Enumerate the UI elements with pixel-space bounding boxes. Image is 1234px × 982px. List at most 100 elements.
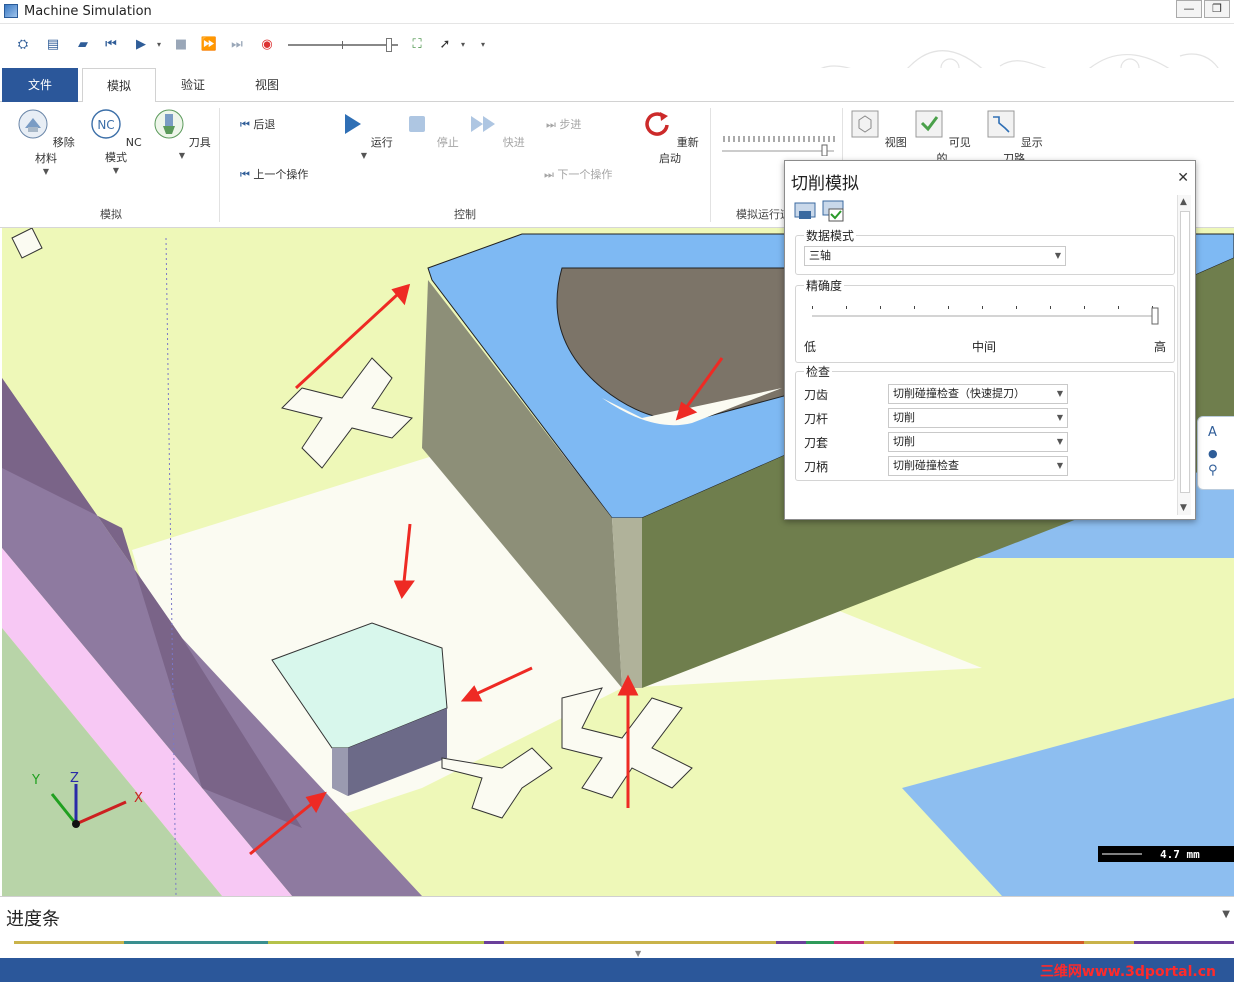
play-dropdown-icon[interactable]: ▾ (154, 36, 164, 54)
tab-simulate[interactable]: 模拟 (82, 68, 156, 103)
fast-forward-button[interactable]: 快进 (464, 108, 528, 150)
next-op-button[interactable]: ⏭ 下一个操作 (544, 166, 612, 182)
restart-label: 重新启动 (659, 136, 699, 165)
back-button[interactable]: ⏮ 后退 (240, 116, 275, 132)
check-row-value: 切削 (893, 435, 915, 448)
remove-material-caret-icon: ▼ (42, 167, 50, 176)
visible-button[interactable]: 可见的 (910, 108, 974, 166)
view-button[interactable]: 视图 (846, 108, 910, 150)
nc-mode-button[interactable]: NC NC 模式 ▼ (84, 108, 148, 175)
annotation-mini-panel[interactable]: A ● ⚲ (1197, 416, 1234, 490)
open-nc-icon[interactable]: ▰ (74, 36, 92, 54)
rewind-icon[interactable]: ⏮ (102, 36, 120, 54)
minimize-button[interactable]: — (1176, 0, 1202, 18)
step-label: 步进 (559, 118, 582, 131)
view-cube-icon (851, 110, 879, 138)
panel-title: 切削模拟 (791, 174, 859, 194)
next-op-label: 下一个操作 (557, 168, 613, 181)
customize-toolbar-icon[interactable]: ▾ (478, 36, 488, 54)
nc-icon-text: NC (98, 118, 115, 132)
scroll-down-icon[interactable]: ▼ (1180, 503, 1187, 513)
chevron-down-icon[interactable]: ▼ (1222, 909, 1230, 920)
accuracy-mid-label: 中间 (972, 340, 997, 354)
slider-tick (342, 41, 343, 49)
stop-icon[interactable]: ■ (172, 36, 190, 54)
remove-material-label: 移除材料 (35, 136, 75, 165)
cursor-dropdown-icon[interactable]: ▾ (458, 36, 468, 54)
data-mode-select[interactable]: 三轴 ▼ (804, 246, 1066, 266)
fit-view-icon[interactable]: ⛶ (408, 36, 426, 54)
progress-track (14, 941, 1234, 944)
progress-panel: 进度条 ▼ ▼ (0, 896, 1234, 958)
run-caret-icon: ▼ (360, 151, 368, 160)
check-row-value: 切削 (893, 411, 915, 424)
select-cursor-icon[interactable]: ➚ (436, 36, 454, 54)
next-op-icon: ⏭ (544, 168, 554, 181)
tab-file[interactable]: 文件 (2, 68, 78, 102)
data-mode-group: 数据模式 三轴 ▼ (795, 227, 1175, 275)
axis-label-z: Z (70, 771, 79, 786)
nc-mode-icon: NC (91, 109, 121, 139)
app-icon (4, 4, 18, 18)
run-icon (345, 114, 362, 134)
check-row-label: 刀杆 (804, 412, 829, 426)
tab-verify[interactable]: 验证 (158, 68, 228, 102)
fast-forward-icon (471, 116, 496, 132)
restart-button[interactable]: 重新启动 (638, 108, 702, 166)
check-group: 检查 刀齿 切削碰撞检查（快速提刀） ▼ 刀杆 切削 ▼ 刀套 切削 ▼ 刀柄 … (795, 363, 1175, 481)
measure-tool-icon[interactable]: ⚲ (1208, 463, 1218, 478)
collapse-icon[interactable]: ▼ (635, 949, 641, 958)
accuracy-legend: 精确度 (804, 277, 845, 294)
ribbon-separator (710, 108, 711, 222)
accuracy-high-label: 高 (1154, 340, 1167, 354)
fast-forward-label: 快进 (502, 136, 525, 149)
tab-view[interactable]: 视图 (232, 68, 302, 102)
data-mode-legend: 数据模式 (804, 227, 857, 244)
holder-check-select[interactable]: 切削碰撞检查 ▼ (888, 456, 1068, 476)
axis-label-x: X (134, 791, 143, 806)
remove-material-button[interactable]: 移除材料 ▼ (14, 108, 78, 176)
restart-icon[interactable]: ◉ (258, 36, 276, 54)
scroll-thumb[interactable] (1180, 211, 1190, 493)
shank-check-select[interactable]: 切削 ▼ (888, 408, 1068, 428)
run-label: 运行 (370, 136, 393, 149)
close-icon[interactable]: ✕ (1177, 170, 1189, 186)
show-toolpath-button[interactable]: 显示刀路 (982, 108, 1046, 166)
text-tool-icon[interactable]: A (1208, 425, 1217, 440)
quick-access-toolbar: ⛭ ▤ ▰ ⏮ ▶ ▾ ■ ⏩ ⏭ ◉ ⛶ ➚ ▾ ▾ (0, 24, 1234, 98)
check-row-label: 刀柄 (804, 460, 829, 474)
check-legend: 检查 (804, 363, 833, 380)
check-row-value: 切削碰撞检查 (893, 459, 959, 472)
previous-op-label: 上一个操作 (253, 168, 309, 181)
tool-tip-check-select[interactable]: 切削碰撞检查（快速提刀） ▼ (888, 384, 1068, 404)
speed-slider[interactable] (288, 38, 398, 52)
panel-toolbar (794, 200, 844, 222)
nc-mode-label: NC 模式 (105, 136, 142, 164)
step-button[interactable]: ⏭ 步进 (546, 116, 581, 132)
accuracy-slider[interactable] (810, 302, 1166, 326)
panel-scrollbar[interactable]: ▲ ▼ (1177, 195, 1191, 515)
group-label-control: 控制 (454, 208, 476, 221)
restore-button[interactable]: ❐ (1204, 0, 1230, 18)
open-machine-icon[interactable]: ⛭ (14, 36, 32, 54)
previous-op-button[interactable]: ⏮ 上一个操作 (240, 166, 308, 182)
view-label: 视图 (884, 136, 907, 149)
remove-material-icon (18, 109, 48, 139)
run-speed-slider[interactable] (722, 132, 836, 156)
cutting-simulation-panel: 切削模拟 ✕ 数据模式 三轴 ▼ 精确度 低 中间 高 检查 刀齿 切削碰撞检查… (784, 160, 1196, 520)
point-tool-icon[interactable]: ● (1208, 447, 1218, 460)
scroll-up-icon[interactable]: ▲ (1180, 197, 1187, 207)
stop-button[interactable]: 停止 (398, 108, 462, 150)
toolpath-icon (987, 110, 1015, 138)
play-icon[interactable]: ▶ (132, 36, 150, 54)
fast-forward-icon[interactable]: ⏩ (200, 36, 218, 54)
check-row-label: 刀套 (804, 436, 829, 450)
skip-end-icon[interactable]: ⏭ (228, 36, 246, 54)
slider-thumb[interactable] (386, 38, 392, 52)
stop-label: 停止 (436, 136, 459, 149)
collet-check-select[interactable]: 切削 ▼ (888, 432, 1068, 452)
run-button[interactable]: 运行 ▼ (332, 108, 396, 160)
tool-button[interactable]: 刀具 ▼ (150, 108, 214, 160)
save-icon[interactable]: ▤ (44, 36, 62, 54)
apply-settings-icon (822, 200, 844, 222)
